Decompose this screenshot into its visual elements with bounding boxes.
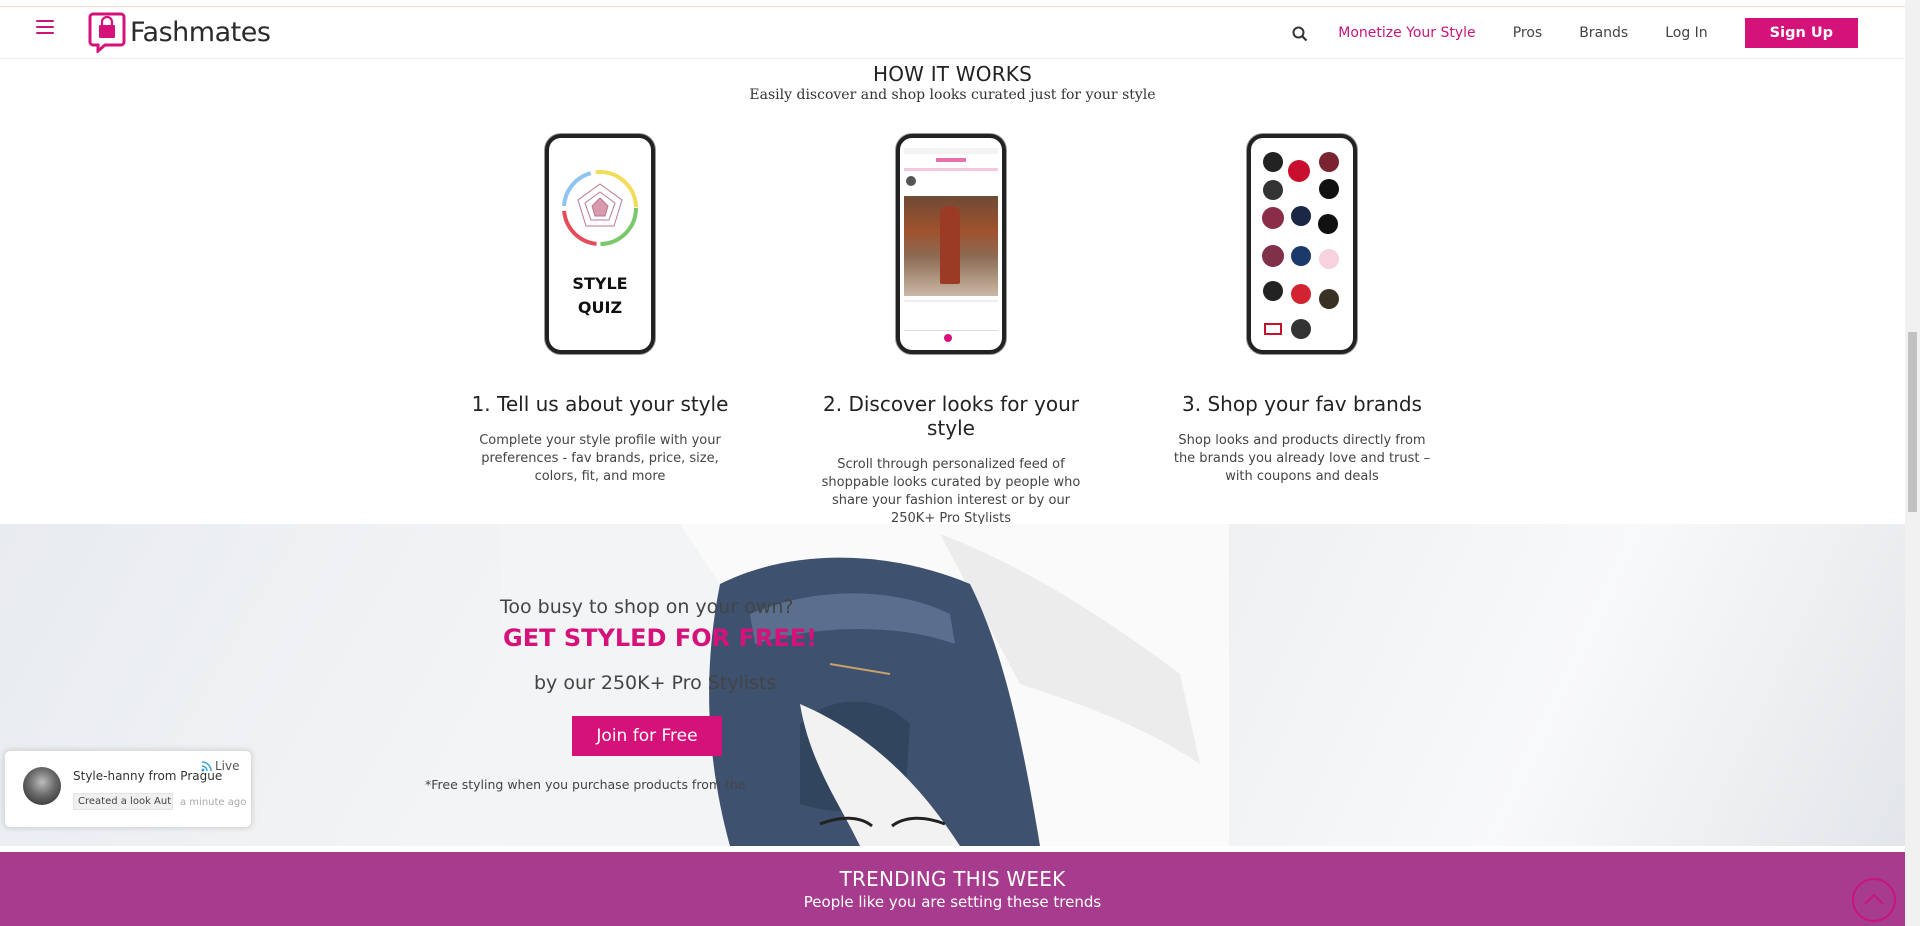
- styling-promo-banner: Too busy to shop on your own? GET STYLED…: [0, 524, 1905, 846]
- logo[interactable]: Fashmates: [88, 11, 271, 55]
- style-quiz-phone-image: STYLE QUIZ: [545, 134, 655, 354]
- main-nav: Monetize Your Style Pros Brands Log In S…: [1292, 7, 1905, 59]
- step-1-title: 1. Tell us about your style: [471, 392, 729, 416]
- avatar: [23, 767, 61, 805]
- activity-action[interactable]: Created a look Aut...: [73, 793, 173, 810]
- scroll-to-top-button[interactable]: [1852, 878, 1896, 922]
- activity-time: a minute ago: [180, 797, 247, 808]
- styled-headline: GET STYLED FOR FREE!: [503, 624, 818, 652]
- activity-user-name: Style-hanny from Prague: [73, 769, 223, 783]
- signup-button[interactable]: Sign Up: [1744, 18, 1858, 48]
- how-it-works-subtitle: Easily discover and shop looks curated j…: [749, 87, 1156, 103]
- free-styling-disclaimer: *Free styling when you purchase products…: [425, 777, 746, 792]
- phone-text-quiz: QUIZ: [577, 298, 623, 317]
- scrollbar-thumb[interactable]: [1908, 332, 1917, 512]
- step-3: 3. Shop your fav brands Shop looks and p…: [1157, 134, 1447, 486]
- brand-name: Fashmates: [130, 16, 271, 48]
- busy-headline: Too busy to shop on your own?: [500, 596, 794, 618]
- trending-section: TRENDING THIS WEEK People like you are s…: [0, 852, 1905, 926]
- brands-phone-image: [1247, 134, 1357, 354]
- chevron-up-icon: [1864, 893, 1884, 905]
- step-1-description: Complete your style profile with your pr…: [479, 433, 721, 484]
- step-1: STYLE QUIZ 1. Tell us about your style C…: [455, 134, 745, 486]
- step-3-title: 3. Shop your fav brands: [1182, 392, 1422, 416]
- trending-title: TRENDING THIS WEEK: [839, 867, 1066, 891]
- step-3-description: Shop looks and products directly from th…: [1173, 433, 1431, 484]
- banner-text: Too busy to shop on your own? GET STYLED…: [0, 524, 1905, 846]
- feed-phone-image: [896, 134, 1006, 354]
- step-2-title: 2. Discover looks for your style: [823, 392, 1079, 440]
- menu-icon[interactable]: [36, 20, 54, 36]
- join-for-free-button[interactable]: Join for Free: [572, 716, 722, 756]
- phone-text-style: STYLE: [572, 274, 628, 293]
- search-icon[interactable]: [1292, 26, 1308, 42]
- pro-stylists-line: by our 250K+ Pro Stylists: [534, 672, 777, 694]
- nav-pros-link[interactable]: Pros: [1513, 25, 1543, 41]
- live-activity-popup[interactable]: Live Style-hanny from Prague Created a l…: [4, 750, 252, 828]
- how-it-works-title: HOW IT WORKS: [872, 62, 1032, 86]
- page-scrollbar[interactable]: [1905, 0, 1920, 926]
- logo-bag-icon: [88, 11, 126, 55]
- nav-brands-link[interactable]: Brands: [1579, 25, 1628, 41]
- step-2-description: Scroll through personalized feed of shop…: [821, 457, 1081, 526]
- trending-subtitle: People like you are setting these trends: [803, 893, 1102, 911]
- nav-login-link[interactable]: Log In: [1665, 25, 1707, 41]
- step-2: 2. Discover looks for your style Scroll …: [806, 134, 1096, 528]
- nav-monetize-link[interactable]: Monetize Your Style: [1338, 25, 1475, 41]
- site-header: Fashmates Monetize Your Style Pros Brand…: [0, 7, 1905, 59]
